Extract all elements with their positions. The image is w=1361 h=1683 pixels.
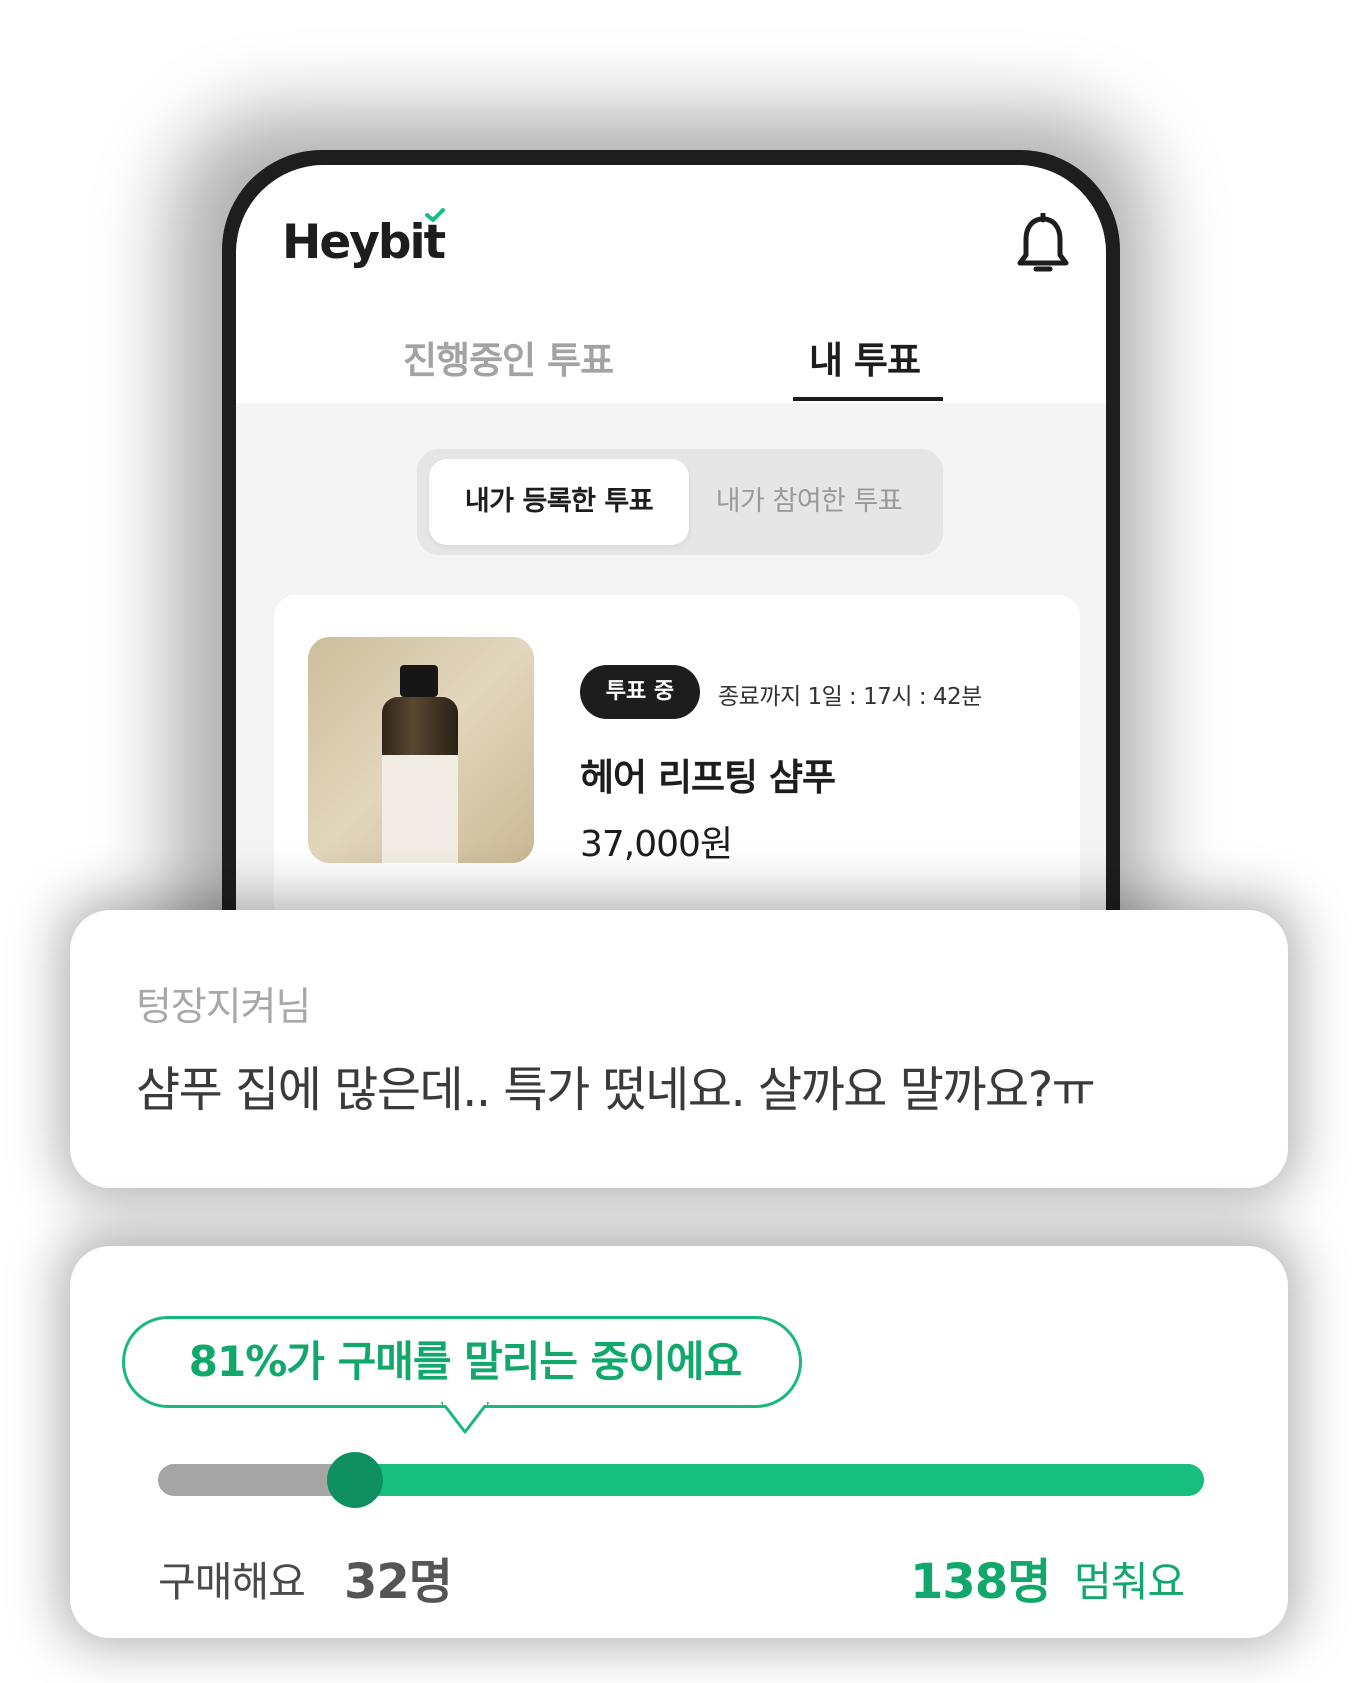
product-image <box>308 637 534 863</box>
vote-result-card: 81%가 구매를 말리는 중이에요 구매해요 32명 138명 멈춰요 <box>70 1246 1288 1638</box>
vote-filter-segment: 내가 등록한 투표 내가 참여한 투표 <box>417 449 943 555</box>
bubble-tail <box>440 1402 490 1434</box>
comment-card: 텅장지켜님 샴푸 집에 많은데.. 특가 떴네요. 살까요 말까요?ㅠ <box>70 910 1288 1188</box>
stop-label: 멈춰요 <box>1074 1558 1185 1606</box>
heybit-logo: Heybit <box>282 215 446 270</box>
status-badge: 투표 중 <box>580 665 700 719</box>
tab-my-votes[interactable]: 내 투표 <box>809 330 921 384</box>
comment-text: 샴푸 집에 많은데.. 특가 떴네요. 살까요 말까요?ㅠ <box>136 1062 1096 1118</box>
stop-count: 138명 <box>910 1554 1051 1610</box>
check-icon <box>425 208 445 222</box>
bell-icon[interactable] <box>1016 213 1070 277</box>
stop-votes-fill <box>354 1464 1204 1496</box>
vote-slider-knob[interactable] <box>326 1452 383 1508</box>
buy-label: 구매해요 <box>158 1558 306 1606</box>
segment-registered-votes[interactable]: 내가 등록한 투표 <box>429 459 689 545</box>
product-name: 헤어 리프팅 샴푸 <box>580 756 836 799</box>
buy-count: 32명 <box>344 1554 453 1610</box>
vote-summary-text: 81%가 구매를 말리는 중이에요 <box>188 1337 742 1386</box>
tab-ongoing-votes[interactable]: 진행중인 투표 <box>403 330 614 384</box>
segment-participated-votes[interactable]: 내가 참여한 투표 <box>679 459 939 545</box>
comment-username: 텅장지켜님 <box>136 985 311 1030</box>
vote-summary-bubble: 81%가 구매를 말리는 중이에요 <box>122 1316 802 1408</box>
vote-progress-bar <box>158 1464 1204 1496</box>
product-price: 37,000원 <box>580 824 733 865</box>
active-tab-indicator <box>793 397 943 401</box>
app-header: Heybit 진행중인 투표 내 투표 <box>236 165 1106 403</box>
time-remaining: 종료까지 1일 : 17시 : 42분 <box>718 684 982 710</box>
